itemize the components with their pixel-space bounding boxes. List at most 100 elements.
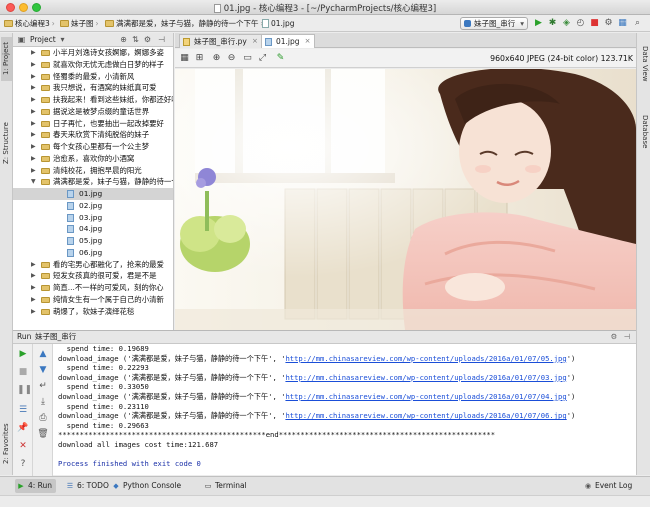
tree-file-item[interactable]: 06.jpg [13, 247, 173, 259]
fit-zoom-icon[interactable]: ⤢ [257, 53, 268, 64]
close-icon[interactable]: × [305, 35, 311, 48]
pin-icon[interactable]: 📌 [17, 422, 29, 434]
tree-folder-item[interactable]: ▶ 小半月刘逸诗女孩婀娜，婀娜多姿 [13, 47, 173, 59]
project-structure-icon[interactable]: ▦ [617, 18, 628, 29]
breadcrumb-file[interactable]: 01.jpg [262, 17, 295, 30]
help-icon[interactable]: ? [17, 458, 29, 470]
event-log-button[interactable]: ◉ Event Log [582, 479, 632, 493]
arrow-down-icon[interactable]: ▼ [37, 364, 49, 376]
hide-icon[interactable]: ⊣ [622, 331, 632, 343]
tree-folder-item[interactable]: ▶ 怪蜀黍的最爱，小清新风 [13, 71, 173, 83]
chessboard-icon[interactable]: ▦ [179, 53, 190, 64]
tree-folder-item[interactable]: ▶ 每个女孩心里都有一个公主梦 [13, 141, 173, 153]
tree-file-item[interactable]: 04.jpg [13, 223, 173, 235]
tree-folder-item[interactable]: ▶ 看的宅男心都融化了，抢来的最爱 [13, 259, 173, 271]
tree-folder-item[interactable]: ▶ 春天来欣赏下清纯脱俗的妹子 [13, 129, 173, 141]
actual-size-icon[interactable]: ▭ [242, 53, 253, 64]
run-icon[interactable]: ▶ [533, 18, 544, 29]
chevron-right-icon[interactable]: ▶ [31, 282, 36, 294]
chevron-right-icon[interactable]: ▶ [31, 59, 36, 71]
chevron-right-icon[interactable]: ▶ [31, 129, 36, 141]
chevron-right-icon[interactable]: ▶ [31, 106, 36, 118]
pause-icon[interactable]: ❚❚ [17, 384, 32, 396]
console-link[interactable]: http://mm.chinasareview.com/wp-content/u… [285, 354, 566, 363]
chevron-right-icon[interactable]: ▶ [31, 71, 36, 83]
chevron-right-icon[interactable]: ▶ [31, 259, 36, 271]
tree-folder-item[interactable]: ▶ 治愈系，喜欢你的小酒窝 [13, 153, 173, 165]
chevron-right-icon[interactable]: ▶ [31, 141, 36, 153]
tree-file-item[interactable]: 01.jpg [13, 188, 173, 200]
python-console-tool-button[interactable]: ◆ Python Console [110, 479, 181, 493]
structure-tool-tab[interactable]: Z: Structure [1, 117, 12, 169]
tree-folder-item[interactable]: ▶ 就喜欢你无忧无虑做白日梦的样子 [13, 59, 173, 71]
terminal-tool-button[interactable]: ▭ Terminal [202, 479, 247, 493]
zoom-in-icon[interactable]: ⊕ [211, 53, 222, 64]
tree-folder-item[interactable]: ▶ 萌爆了，软妹子演绎花毯 [13, 306, 173, 318]
breadcrumb-subfolder[interactable]: 满满都是爱，妹子与猫，静静的待一个下午› [105, 17, 266, 30]
hide-icon[interactable]: ⊣ [157, 35, 166, 44]
close-icon[interactable]: × [252, 35, 258, 48]
zoom-out-icon[interactable]: ⊖ [226, 53, 237, 64]
debug-icon[interactable]: ✱ [547, 18, 558, 29]
editor-tab-script[interactable]: 妹子图_串行.py × [179, 34, 262, 48]
run-tool-button[interactable]: ▶ 4: Run [15, 479, 57, 493]
tree-file-item[interactable]: 03.jpg [13, 212, 173, 224]
tree-folder-item[interactable]: ▶ 扶我起来！看到这些妹纸，你都还好吗 [13, 94, 173, 106]
tree-file-item[interactable]: 05.jpg [13, 235, 173, 247]
gear-icon[interactable]: ⚙ [143, 35, 152, 44]
search-everywhere-icon[interactable]: ⌕ [632, 18, 643, 29]
console-output[interactable]: spend time: 0.19689 download_image ('满满都是… [58, 344, 636, 476]
trash-icon[interactable]: 🗑 [37, 428, 49, 440]
gear-icon[interactable]: ⚙ [609, 331, 619, 343]
chevron-right-icon[interactable]: ▶ [31, 153, 36, 165]
project-panel-title[interactable]: Project [30, 35, 56, 44]
arrow-up-icon[interactable]: ▲ [37, 348, 49, 360]
scroll-to-end-icon[interactable]: ⤓ [37, 396, 49, 408]
chevron-right-icon[interactable]: ▶ [31, 270, 36, 282]
soft-wrap-icon[interactable]: ↵ [37, 380, 49, 392]
rerun-icon[interactable]: ▶ [17, 348, 29, 360]
chevron-right-icon[interactable]: ▶ [31, 118, 36, 130]
color-picker-icon[interactable]: ✎ [275, 53, 286, 64]
sync-icon[interactable]: ⊕ [119, 35, 128, 44]
tree-folder-item[interactable]: ▶ 纯情女生有一个属于自己的小清新 [13, 294, 173, 306]
run-config-tab[interactable]: 妹子图_串行 [35, 331, 76, 343]
print-icon[interactable]: ⎙ [37, 412, 49, 424]
project-tool-tab[interactable]: 1: Project [1, 37, 12, 81]
tree-folder-item[interactable]: ▶ 清纯校花，拥抱早晨的阳光 [13, 165, 173, 177]
breadcrumb-folder[interactable]: 妹子图 › [60, 17, 101, 30]
console-link[interactable]: http://mm.chinasareview.com/wp-content/u… [285, 373, 566, 382]
breadcrumb-project[interactable]: 核心编程3 › [4, 17, 57, 30]
chevron-right-icon[interactable]: ▶ [31, 306, 36, 318]
editor-tab-image[interactable]: 01.jpg × [261, 34, 315, 48]
database-tool-tab[interactable]: Database [639, 107, 650, 157]
tree-file-item[interactable]: 02.jpg [13, 200, 173, 212]
tree-folder-item[interactable]: ▶ 简直...不一样的可爱风，刻的你心 [13, 282, 173, 294]
tree-folder-item[interactable]: ▶ 短发女孩真的很可爱，君是不是 [13, 270, 173, 282]
run-configuration-select[interactable]: 妹子图_串行 ▾ [460, 17, 528, 30]
close-icon[interactable]: ✕ [17, 440, 29, 452]
chevron-right-icon[interactable]: ▶ [31, 94, 36, 106]
tree-folder-item[interactable]: ▶ 我只想说，有酒窝的妹纸真可爱 [13, 82, 173, 94]
data-view-tool-tab[interactable]: Data View [639, 39, 650, 89]
grid-icon[interactable]: ⊞ [194, 53, 205, 64]
profile-icon[interactable]: ◴ [575, 18, 586, 29]
console-link[interactable]: http://mm.chinasareview.com/wp-content/u… [285, 392, 566, 401]
tree-folder-item[interactable]: ▼ 满满都是爱，妹子与猫，静静的待一个下午 [13, 176, 173, 188]
dump-threads-icon[interactable]: ☰ [17, 404, 29, 416]
tree-folder-item[interactable]: ▶ 日子再忙，也要抽出一起改掉要好 [13, 118, 173, 130]
chevron-right-icon[interactable]: ▶ [31, 47, 36, 59]
favorites-tool-tab[interactable]: 2: Favorites [1, 415, 12, 473]
console-link[interactable]: http://mm.chinasareview.com/wp-content/u… [285, 411, 566, 420]
todo-tool-button[interactable]: ☰ 6: TODO [64, 479, 109, 493]
coverage-icon[interactable]: ◈ [561, 18, 572, 29]
collapse-all-icon[interactable]: ⇅ [131, 35, 140, 44]
tree-folder-item[interactable]: ▶ 据说这是被梦点缀的童话世界 [13, 106, 173, 118]
chevron-down-icon[interactable]: ▼ [31, 176, 36, 188]
stop-icon[interactable]: ■ [17, 366, 29, 378]
chevron-right-icon[interactable]: ▶ [31, 82, 36, 94]
settings-icon[interactable]: ⚙ [603, 18, 614, 29]
stop-icon[interactable]: ■ [589, 18, 600, 29]
chevron-right-icon[interactable]: ▶ [31, 294, 36, 306]
chevron-right-icon[interactable]: ▶ [31, 165, 36, 177]
